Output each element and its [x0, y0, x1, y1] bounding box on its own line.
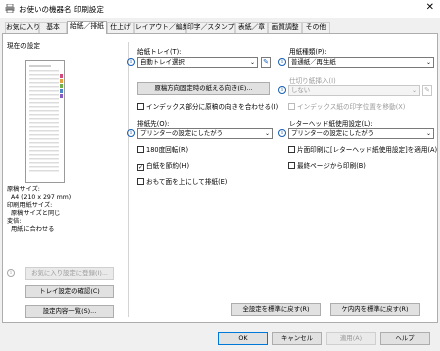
letterhead-label: レターヘッド紙使用設定(L): [289, 120, 373, 128]
checkbox-box[interactable] [288, 146, 295, 153]
checkbox-box[interactable] [137, 178, 144, 185]
checkbox-box[interactable] [137, 103, 144, 110]
check-tray-button[interactable]: トレイ設定の確認(C) [25, 285, 114, 298]
info-icon: i [7, 269, 15, 277]
chevron-down-icon: ⌄ [425, 130, 431, 137]
paper-tray-label: 給紙トレイ(T): [137, 48, 182, 56]
page-preview [25, 60, 65, 183]
tab-finishing[interactable]: 仕上げ [107, 22, 134, 33]
tab-basic[interactable]: 基本 [39, 22, 67, 33]
summary-line: 原稿サイズと同じ [11, 210, 61, 217]
checkbox-box[interactable] [137, 146, 144, 153]
info-icon[interactable]: i [127, 129, 135, 137]
index-align-checkbox[interactable]: インデックス部分に原稿の向きを合わせる(I) [137, 103, 278, 111]
paper-tray-select[interactable]: 自動トレイ選択 ⌄ [137, 57, 258, 68]
help-button[interactable]: ヘルプ [380, 332, 430, 345]
summary-line: 原稿サイズ: [7, 186, 40, 193]
paper-type-select[interactable]: 普通紙／再生紙 ⌄ [288, 57, 434, 68]
register-favorite-button[interactable]: お気に入り設定に登録(I)... [25, 267, 114, 280]
letterhead-value: プリンターの設定にしたがう [291, 129, 375, 137]
tab-paper[interactable]: 給紙／排紙 [67, 21, 107, 34]
face-up-checkbox[interactable]: おもて面を上にして排紙(E) [137, 178, 227, 186]
output-select[interactable]: プリンターの設定にしたがう ⌄ [137, 128, 273, 139]
info-icon[interactable]: i [278, 129, 286, 137]
tab-other[interactable]: その他 [302, 22, 330, 33]
chevron-down-icon: ⌄ [411, 87, 417, 94]
one-side-letterhead-checkbox[interactable]: 片面印刷に[レターヘッド紙使用設定]を適用(A) [288, 146, 437, 154]
summary-line: 用紙に合わせる [11, 226, 55, 233]
tab-layout[interactable]: レイアウト／編集 [134, 22, 189, 33]
pencil-icon[interactable]: ✎ [261, 57, 271, 68]
output-label: 排紙先(O): [137, 120, 170, 128]
tab-quality[interactable]: 画質調整 [268, 22, 302, 33]
pencil-icon[interactable]: ✎ [422, 85, 432, 96]
tab-stamp[interactable]: 印字／スタンプ [186, 22, 235, 33]
reset-all-button[interactable]: 全設定を標準に戻す(R) [231, 303, 321, 316]
apply-button[interactable]: 適用(A) [326, 332, 376, 345]
index-shift-checkbox[interactable]: インデックス紙の印字位置を移動(X) [288, 103, 405, 111]
summary-line: 印刷用紙サイズ: [7, 202, 53, 209]
skip-blank-checkbox[interactable]: ✓ 白紙を節約(H) [137, 162, 189, 171]
summary-line: A4 (210 x 297 mm) [11, 194, 72, 201]
reset-tab-button[interactable]: ケ内内を標準に戻す(R) [330, 303, 420, 316]
print-settings-window: お使いの機器名 印刷設定 ✕ お気に入り 基本 給紙／排紙 仕上げ レイアウト／… [0, 0, 440, 351]
summary-line: 変倍: [7, 218, 22, 225]
tab-bar: お気に入り 基本 給紙／排紙 仕上げ レイアウト／編集 印字／スタンプ 表紙／章… [2, 21, 438, 34]
last-page-first-checkbox[interactable]: 最終ページから印刷(B) [288, 162, 366, 170]
cancel-button[interactable]: キャンセル [272, 332, 322, 345]
divider [128, 42, 129, 317]
tab-panel: 現在の設定 原稿サイズ: A4 (210 x 297 mm) 印刷用紙サイズ: … [2, 33, 438, 323]
paper-tray-value: 自動トレイ選択 [140, 58, 185, 66]
chevron-down-icon: ⌄ [264, 130, 270, 137]
slip-sheet-select[interactable]: しない ⌄ [288, 85, 420, 96]
settings-list-button[interactable]: 設定内容一覧(S)... [25, 305, 114, 318]
current-settings-heading: 現在の設定 [7, 42, 40, 50]
tab-favorites[interactable]: お気に入り [5, 22, 40, 33]
info-icon[interactable]: i [127, 58, 135, 66]
paper-type-value: 普通紙／再生紙 [291, 58, 336, 66]
window-title: お使いの機器名 印刷設定 [19, 5, 104, 14]
orientation-button[interactable]: 原稿方向固定時の紙える向き(E)... [137, 82, 270, 95]
output-value: プリンターの設定にしたがう [140, 129, 224, 137]
title-bar: お使いの機器名 印刷設定 ✕ [0, 0, 440, 18]
info-icon[interactable]: i [278, 58, 286, 66]
printer-icon [5, 4, 15, 13]
rotate180-checkbox[interactable]: 180度回転(R) [137, 146, 188, 154]
slip-sheet-value: しない [291, 86, 311, 94]
info-icon[interactable]: i [278, 86, 286, 94]
checkbox-box[interactable] [288, 103, 295, 110]
tab-cover[interactable]: 表紙／章 [235, 22, 268, 33]
checkmark-icon[interactable]: ✓ [137, 164, 144, 171]
checkbox-box[interactable] [288, 162, 295, 169]
ok-button[interactable]: OK [218, 332, 268, 345]
paper-type-label: 用紙種類(P): [289, 48, 327, 56]
chevron-down-icon: ⌄ [249, 59, 255, 66]
letterhead-select[interactable]: プリンターの設定にしたがう ⌄ [288, 128, 434, 139]
close-icon[interactable]: ✕ [426, 2, 434, 13]
slip-sheet-label: 仕切り紙挿入(I) [289, 77, 336, 85]
chevron-down-icon: ⌄ [425, 59, 431, 66]
